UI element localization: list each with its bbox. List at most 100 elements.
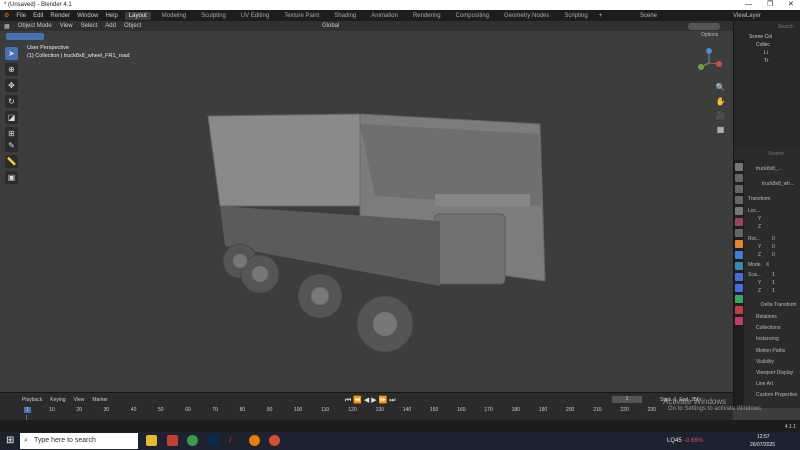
clock-date[interactable]: 26/07/2025 <box>750 442 775 448</box>
tab-modeling[interactable]: Modeling <box>158 12 190 20</box>
taskbar-search-input[interactable]: ⌕ Type here to search <box>20 433 138 449</box>
rotation-x-field[interactable]: 0 <box>772 236 775 242</box>
outliner-search[interactable]: Search <box>778 24 794 30</box>
shading-mode-buttons[interactable] <box>688 23 720 30</box>
tab-shading[interactable]: Shading <box>330 12 360 20</box>
texture-tab-icon[interactable] <box>735 317 743 325</box>
cursor-tool-icon[interactable]: ⊕ <box>5 63 18 76</box>
menu-file[interactable]: File <box>16 13 26 19</box>
section-viewport-display[interactable]: Viewport Display <box>756 370 793 376</box>
section-visibility[interactable]: Visibility <box>756 359 774 365</box>
close-button[interactable]: ✕ <box>788 0 794 10</box>
3d-viewport[interactable]: User Perspective (1) Collection | truck8… <box>0 31 733 392</box>
menu-object[interactable]: Object <box>124 23 141 29</box>
add-cube-tool-icon[interactable]: ▣ <box>5 171 18 184</box>
modifier-tab-icon[interactable] <box>735 251 743 259</box>
data-tab-icon[interactable] <box>735 295 743 303</box>
tool-tab-icon[interactable] <box>735 163 743 171</box>
chrome-icon[interactable] <box>187 435 198 446</box>
app-icon[interactable] <box>167 435 178 446</box>
menu-window[interactable]: Window <box>77 13 98 19</box>
constraints-tab-icon[interactable] <box>735 284 743 292</box>
section-custom-properties[interactable]: Custom Properties <box>756 392 797 398</box>
scale-y-field[interactable]: 1 <box>772 280 775 286</box>
current-frame-field[interactable]: 1 <box>612 396 642 403</box>
menu-view-timeline[interactable]: View <box>74 397 85 403</box>
maximize-button[interactable]: ❐ <box>767 0 773 10</box>
truck-model[interactable] <box>200 106 550 366</box>
measure-tool-icon[interactable]: 📏 <box>5 155 18 168</box>
section-instancing[interactable]: Instancing <box>756 336 779 342</box>
selection-mode-buttons[interactable] <box>6 33 44 40</box>
minimize-button[interactable]: — <box>745 0 752 10</box>
object-name-field[interactable]: truck8x8_... <box>756 166 782 172</box>
annotate-tool-icon[interactable]: ✎ <box>5 139 18 152</box>
menu-add[interactable]: Add <box>105 23 116 29</box>
physics-tab-icon[interactable] <box>735 273 743 281</box>
editor-type-icon[interactable]: ▦ <box>4 23 10 30</box>
menu-keying[interactable]: Keying <box>50 397 65 403</box>
tab-geometry-nodes[interactable]: Geometry Nodes <box>500 12 553 20</box>
outliner-light[interactable]: Li <box>764 50 768 56</box>
particles-tab-icon[interactable] <box>735 262 743 270</box>
perspective-toggle-icon[interactable]: ▦ <box>714 123 727 136</box>
rotation-mode-select[interactable]: X <box>766 262 769 268</box>
menu-marker[interactable]: Marker <box>92 397 108 403</box>
object-tab-icon[interactable] <box>735 240 743 248</box>
move-tool-icon[interactable]: ✥ <box>5 79 18 92</box>
menu-help[interactable]: Help <box>105 13 117 19</box>
rotation-y-field[interactable]: 0 <box>772 244 775 250</box>
output-tab-icon[interactable] <box>735 185 743 193</box>
section-collections[interactable]: Collections <box>756 325 780 331</box>
navigation-gizmo[interactable] <box>693 46 725 86</box>
outliner-truck[interactable]: Tr <box>764 58 769 64</box>
outliner-collection[interactable]: Collec <box>756 42 770 48</box>
view-layer-selector[interactable]: ViewLayer <box>733 13 761 19</box>
section-relations[interactable]: Relations <box>756 314 777 320</box>
blender-logo-icon[interactable]: ⚙ <box>4 12 9 19</box>
add-workspace-button[interactable]: + <box>599 13 603 19</box>
select-tool-icon[interactable]: ➤ <box>5 47 18 60</box>
acrobat-icon[interactable]: / <box>229 435 240 446</box>
tab-texture-paint[interactable]: Texture Paint <box>280 12 323 20</box>
playback-controls[interactable]: ⏮ ⏪ ◀ ▶ ⏩ ⏭ <box>345 396 396 405</box>
frame-ruler[interactable]: 1 10 20 30 40 50 60 70 80 90 100 110 120 130 140 150 160… <box>0 407 733 415</box>
scale-x-field[interactable]: 1 <box>772 272 775 278</box>
view-layer-tab-icon[interactable] <box>735 196 743 204</box>
outliner-scene-collection[interactable]: Scene Col <box>749 34 772 40</box>
properties-search[interactable]: Search <box>768 151 784 157</box>
tab-uv-editing[interactable]: UV Editing <box>237 12 273 20</box>
clock-time[interactable]: 12:57 <box>757 434 770 440</box>
scale-z-field[interactable]: 1 <box>772 288 775 294</box>
menu-render[interactable]: Render <box>50 13 70 19</box>
mode-selector[interactable]: Object Mode <box>18 23 52 29</box>
section-motion-paths[interactable]: Motion Paths <box>756 348 785 354</box>
world-tab-icon[interactable] <box>735 218 743 226</box>
material-tab-icon[interactable] <box>735 306 743 314</box>
stock-ticker[interactable]: LQ45 <box>667 438 682 444</box>
options-button[interactable]: Options <box>701 32 718 38</box>
zoom-view-icon[interactable]: 🔍 <box>714 81 727 94</box>
menu-view[interactable]: View <box>60 23 73 29</box>
start-button-icon[interactable]: ⊞ <box>6 435 14 446</box>
collection-tab-icon[interactable] <box>735 229 743 237</box>
menu-playback[interactable]: Playback <box>22 397 42 403</box>
scale-tool-icon[interactable]: ◪ <box>5 111 18 124</box>
tab-compositing[interactable]: Compositing <box>452 12 493 20</box>
object-data-field[interactable]: truck8x8_wh... <box>762 181 794 187</box>
camera-view-icon[interactable]: 🎥 <box>714 109 727 122</box>
scene-tab-icon[interactable] <box>735 207 743 215</box>
tab-animation[interactable]: Animation <box>367 12 402 20</box>
tab-sculpting[interactable]: Sculpting <box>197 12 230 20</box>
rotation-z-field[interactable]: 0 <box>772 252 775 258</box>
blender-taskbar-icon[interactable] <box>249 435 260 446</box>
rotate-tool-icon[interactable]: ↻ <box>5 95 18 108</box>
scene-selector[interactable]: Scene <box>640 13 657 19</box>
menu-select[interactable]: Select <box>81 23 98 29</box>
section-line-art[interactable]: Line Art <box>756 381 773 387</box>
tab-rendering[interactable]: Rendering <box>409 12 445 20</box>
render-tab-icon[interactable] <box>735 174 743 182</box>
photoshop-icon[interactable] <box>208 435 219 446</box>
section-delta-transform[interactable]: Delta Transform <box>761 302 797 308</box>
tab-scripting[interactable]: Scripting <box>560 12 591 20</box>
